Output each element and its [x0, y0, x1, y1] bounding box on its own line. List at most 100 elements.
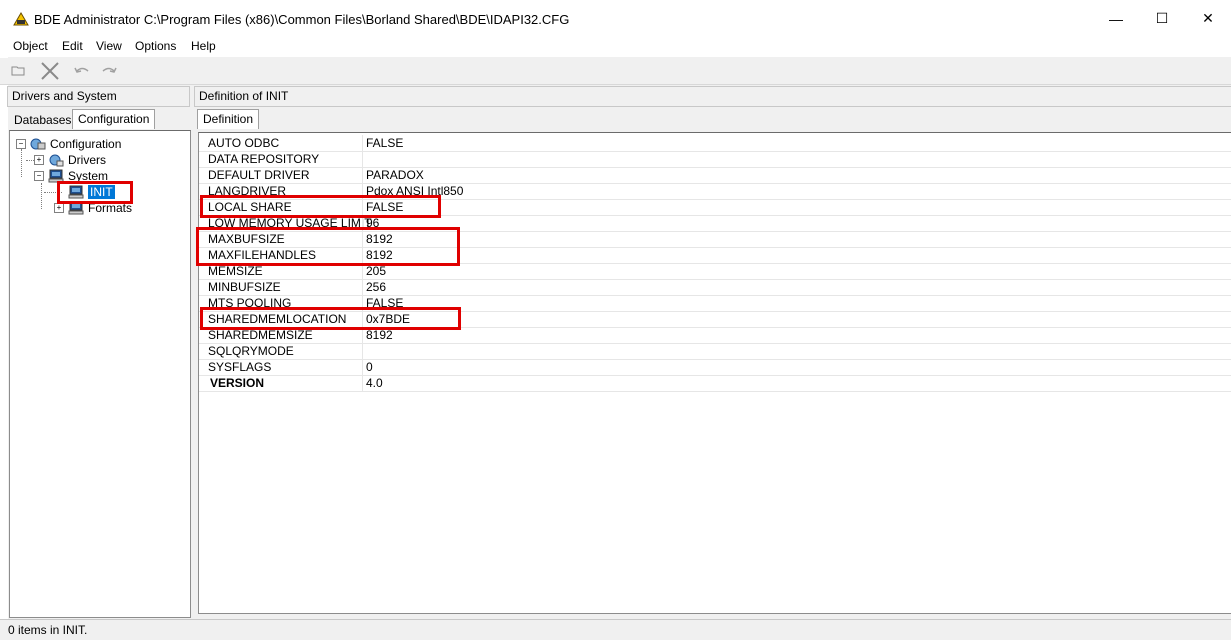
table-row[interactable]: DATA REPOSITORY — [199, 151, 1231, 168]
collapse-toggle[interactable]: − — [34, 171, 44, 181]
param-key: LOCAL SHARE — [208, 200, 292, 214]
param-key: SYSFLAGS — [208, 360, 272, 374]
table-row[interactable]: DEFAULT DRIVER PARADOX — [199, 167, 1231, 184]
tree-node-drivers[interactable]: + Drivers — [34, 152, 106, 168]
param-value[interactable]: FALSE — [366, 296, 403, 310]
column-separator — [362, 135, 363, 151]
undo-button[interactable] — [71, 61, 93, 81]
computer-icon — [68, 201, 84, 215]
bde-app-icon — [13, 12, 29, 26]
table-row[interactable]: VERSION 4.0 — [199, 375, 1231, 392]
table-row[interactable]: LOW MEMORY USAGE LIMIT 96 — [199, 215, 1231, 232]
param-key: DEFAULT DRIVER — [208, 168, 310, 182]
maximize-button[interactable]: ☐ — [1139, 0, 1185, 37]
table-row[interactable]: LANGDRIVER Pdox ANSI Intl850 — [199, 183, 1231, 200]
param-value[interactable]: FALSE — [366, 200, 403, 214]
menu-view[interactable]: View — [96, 39, 122, 53]
param-key: MAXFILEHANDLES — [208, 248, 317, 262]
table-row[interactable]: MTS POOLING FALSE — [199, 295, 1231, 312]
status-text: 0 items in INIT. — [8, 623, 88, 637]
tab-configuration[interactable]: Configuration — [72, 109, 156, 129]
tree-node-configuration[interactable]: − Configuration — [16, 136, 121, 152]
folder-icon — [11, 66, 25, 76]
computer-icon — [68, 185, 84, 199]
tree-line — [41, 183, 42, 209]
param-key: SQLQRYMODE — [208, 344, 294, 358]
definition-grid: AUTO ODBC FALSE DATA REPOSITORY DEFAULT DRI… — [198, 132, 1231, 614]
param-value[interactable]: FALSE — [366, 136, 403, 150]
param-value[interactable]: 205 — [366, 264, 386, 278]
menu-help[interactable]: Help — [191, 39, 216, 53]
param-value[interactable]: 256 — [366, 280, 386, 294]
param-key: MINBUFSIZE — [208, 280, 281, 294]
expand-toggle[interactable]: + — [54, 203, 64, 213]
table-row[interactable]: MAXFILEHANDLES 8192 — [199, 247, 1231, 264]
configuration-icon — [30, 138, 46, 150]
drivers-icon — [49, 154, 64, 167]
param-value[interactable]: PARADOX — [366, 168, 424, 182]
minimize-icon: — — [1109, 10, 1123, 27]
param-value[interactable]: 8192 — [366, 232, 393, 246]
column-separator — [362, 279, 363, 295]
column-separator — [362, 359, 363, 375]
param-key: SHAREDMEMSIZE — [208, 328, 313, 342]
param-key: DATA REPOSITORY — [208, 152, 320, 166]
window-title: BDE Administrator C:\Program Files (x86)… — [34, 12, 570, 27]
param-value[interactable]: 8192 — [366, 248, 393, 262]
param-value[interactable]: 8192 — [366, 328, 393, 342]
tab-definition[interactable]: Definition — [197, 109, 260, 129]
tree-node-system[interactable]: − System — [34, 168, 108, 184]
left-panel-title: Drivers and System — [12, 89, 117, 103]
tree-node-formats[interactable]: + Formats — [54, 200, 132, 216]
table-row[interactable]: SYSFLAGS 0 — [199, 359, 1231, 376]
param-value[interactable]: 96 — [366, 216, 379, 230]
param-value[interactable]: 0 — [366, 360, 373, 374]
param-value[interactable]: Pdox ANSI Intl850 — [366, 184, 463, 198]
toolbar — [0, 58, 1231, 85]
param-key: MTS POOLING — [208, 296, 292, 310]
param-value[interactable]: 4.0 — [366, 376, 383, 390]
close-icon: ✕ — [1202, 10, 1214, 26]
column-separator — [362, 183, 363, 199]
table-row[interactable]: SQLQRYMODE — [199, 343, 1231, 360]
close-button[interactable]: ✕ — [1185, 0, 1231, 37]
table-row[interactable]: MAXBUFSIZE 8192 — [199, 231, 1231, 248]
tree-line — [21, 149, 22, 177]
table-row[interactable]: SHAREDMEMSIZE 8192 — [199, 327, 1231, 344]
param-key: MAXBUFSIZE — [208, 232, 285, 246]
tree-node-init[interactable]: INIT — [68, 184, 115, 200]
menu-object[interactable]: Object — [13, 39, 48, 53]
tree-label: Formats — [88, 201, 133, 215]
column-separator — [362, 343, 363, 359]
column-separator — [362, 247, 363, 263]
param-key: SHAREDMEMLOCATION — [208, 312, 347, 326]
param-value[interactable]: 0x7BDE — [366, 312, 410, 326]
param-key: MEMSIZE — [208, 264, 263, 278]
minimize-button[interactable]: — — [1093, 0, 1139, 37]
delete-button[interactable] — [39, 61, 61, 81]
table-row[interactable]: MEMSIZE 205 — [199, 263, 1231, 280]
table-row[interactable]: AUTO ODBC FALSE — [199, 135, 1231, 152]
tree-label: Drivers — [68, 153, 106, 167]
table-row[interactable]: SHAREDMEMLOCATION 0x7BDE — [199, 311, 1231, 328]
right-panel-header: Definition of INIT — [194, 86, 1231, 107]
column-separator — [362, 167, 363, 183]
table-row[interactable]: MINBUFSIZE 256 — [199, 279, 1231, 296]
tab-databases[interactable]: Databases — [9, 111, 76, 130]
tree-label: Configuration — [50, 137, 122, 151]
column-separator — [362, 151, 363, 167]
column-separator — [362, 327, 363, 343]
redo-icon — [102, 67, 117, 73]
menu-options[interactable]: Options — [135, 39, 176, 53]
table-row[interactable]: LOCAL SHARE FALSE — [199, 199, 1231, 216]
menu-edit[interactable]: Edit — [62, 39, 83, 53]
menu-bar: Object Edit View Options Help — [0, 37, 1231, 57]
redo-button[interactable] — [98, 61, 120, 81]
maximize-icon: ☐ — [1155, 10, 1169, 26]
param-key: VERSION — [210, 376, 265, 390]
expand-toggle[interactable]: + — [34, 155, 44, 165]
tree-label: System — [68, 169, 109, 183]
left-panel-header: Drivers and System — [7, 86, 190, 107]
open-folder-button[interactable] — [8, 61, 30, 81]
collapse-toggle[interactable]: − — [16, 139, 26, 149]
